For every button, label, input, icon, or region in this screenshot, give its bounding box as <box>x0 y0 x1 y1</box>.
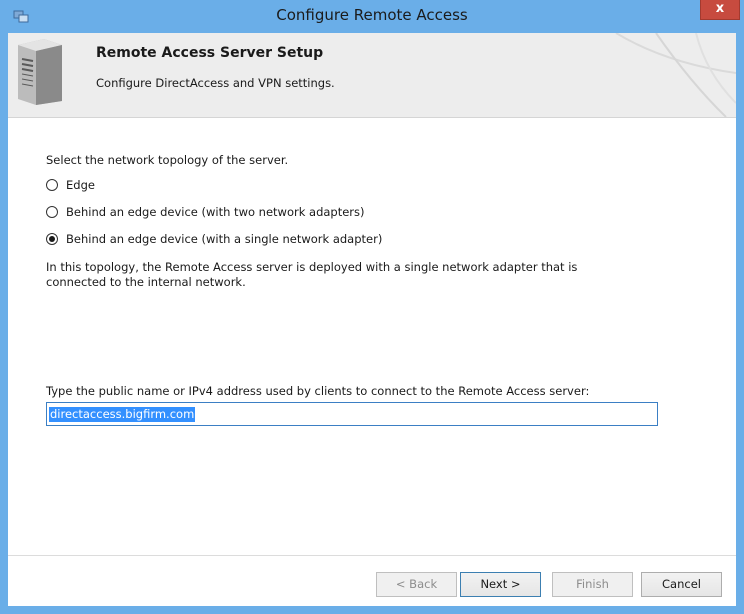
window-title: Configure Remote Access <box>276 6 468 24</box>
radio-two-adapters-label[interactable]: Behind an edge device (with two network … <box>66 205 365 219</box>
public-name-value: directaccess.bigfirm.com <box>49 407 196 422</box>
next-button[interactable]: Next > <box>460 572 541 597</box>
dialog-client-area: Remote Access Server Setup Configure Dir… <box>8 33 736 606</box>
public-name-label: Type the public name or IPv4 address use… <box>46 384 590 398</box>
topology-description-line1: In this topology, the Remote Access serv… <box>46 260 578 274</box>
radio-single-adapter[interactable] <box>46 233 58 245</box>
topology-description-line2: connected to the internal network. <box>46 275 246 289</box>
finish-button[interactable]: Finish <box>552 572 633 597</box>
radio-two-adapters[interactable] <box>46 206 58 218</box>
close-button[interactable]: x <box>700 0 740 20</box>
radio-edge-label[interactable]: Edge <box>66 178 95 192</box>
back-button[interactable]: < Back <box>376 572 457 597</box>
wizard-content: Select the network topology of the serve… <box>8 118 736 555</box>
public-name-input[interactable]: directaccess.bigfirm.com <box>46 402 658 426</box>
topology-prompt: Select the network topology of the serve… <box>46 153 289 167</box>
header-title: Remote Access Server Setup <box>96 45 324 61</box>
wizard-header: Remote Access Server Setup Configure Dir… <box>8 33 736 117</box>
dialog-window: Configure Remote Access x Remote Access … <box>0 0 744 614</box>
header-subtitle: Configure DirectAccess and VPN settings. <box>96 76 335 90</box>
radio-single-adapter-label[interactable]: Behind an edge device (with a single net… <box>66 232 382 246</box>
footer-divider <box>8 555 736 556</box>
title-bar[interactable]: Configure Remote Access x <box>0 0 744 33</box>
header-decoration <box>615 33 736 117</box>
cancel-button[interactable]: Cancel <box>641 572 722 597</box>
radio-edge[interactable] <box>46 179 58 191</box>
server-icon <box>18 39 62 105</box>
